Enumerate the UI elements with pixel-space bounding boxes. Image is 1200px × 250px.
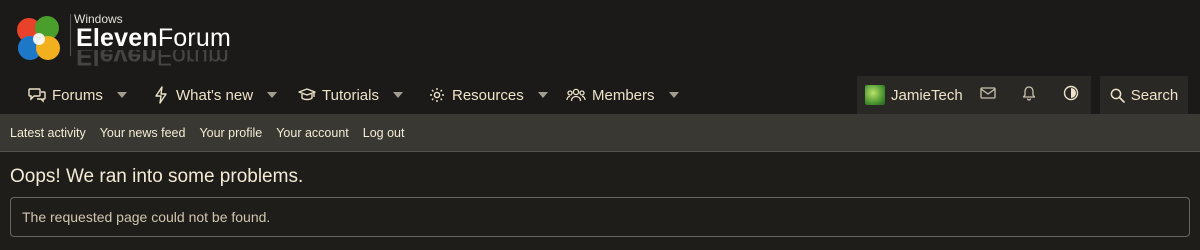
logo-reflection-regular: Forum [156,50,229,68]
forums-icon [28,86,46,104]
chevron-down-icon[interactable] [392,90,403,100]
nav-label-forums: Forums [52,86,103,104]
logo-title-bold: Eleven [76,24,158,52]
subnav-log-out[interactable]: Log out [363,126,405,140]
search-button[interactable]: Search [1100,76,1188,114]
logo-title-regular: Forum [157,24,232,52]
main-content: Oops! We ran into some problems. The req… [0,152,1200,237]
user-menu[interactable]: JamieTech [865,76,963,114]
site-header: Windows ElevenForum ElevenForum [0,0,1200,76]
logo-reflection-bold: Eleven [76,50,157,68]
nav-item-members[interactable]: Members [566,76,679,114]
chevron-down-icon[interactable] [116,90,127,100]
envelope-icon [980,86,996,104]
sub-nav: Latest activity Your news feed Your prof… [0,114,1200,152]
gear-icon [428,86,446,104]
search-icon [1110,88,1125,103]
nav-label-resources: Resources [452,86,524,104]
nav-item-forums[interactable]: Forums [28,76,127,114]
username: JamieTech [891,86,963,104]
style-toggle-button[interactable] [1059,76,1083,114]
graduation-cap-icon [298,86,316,104]
page-title: Oops! We ran into some problems. [10,166,304,187]
main-nav: Forums What's new Tutorials Resources Me… [0,76,1200,114]
site-logo[interactable]: Windows ElevenForum ElevenForum [14,10,264,72]
nav-item-whats-new[interactable]: What's new [152,76,278,114]
subnav-news-feed[interactable]: Your news feed [100,126,186,140]
nav-label-tutorials: Tutorials [322,86,379,104]
contrast-icon [1063,85,1079,106]
nav-label-whats-new: What's new [176,86,254,104]
subnav-profile[interactable]: Your profile [199,126,262,140]
logo-title: ElevenForum [76,24,231,53]
members-icon [566,86,586,104]
nav-item-resources[interactable]: Resources [428,76,548,114]
chevron-down-icon[interactable] [267,90,278,100]
nav-item-tutorials[interactable]: Tutorials [298,76,403,114]
chevron-down-icon[interactable] [668,90,679,100]
avatar [865,85,885,105]
subnav-latest-activity[interactable]: Latest activity [10,126,86,140]
windows-logo-icon [17,16,60,60]
chevron-down-icon[interactable] [537,90,548,100]
error-message: The requested page could not be found. [10,197,1190,237]
logo-divider [70,14,71,56]
search-label: Search [1130,86,1179,104]
logo-reflection: ElevenForum [76,50,229,68]
subnav-account[interactable]: Your account [276,126,349,140]
nav-label-members: Members [592,86,655,104]
bell-icon [1022,85,1036,106]
inbox-button[interactable] [976,76,1000,114]
bolt-icon [152,86,170,104]
alerts-button[interactable] [1017,76,1041,114]
